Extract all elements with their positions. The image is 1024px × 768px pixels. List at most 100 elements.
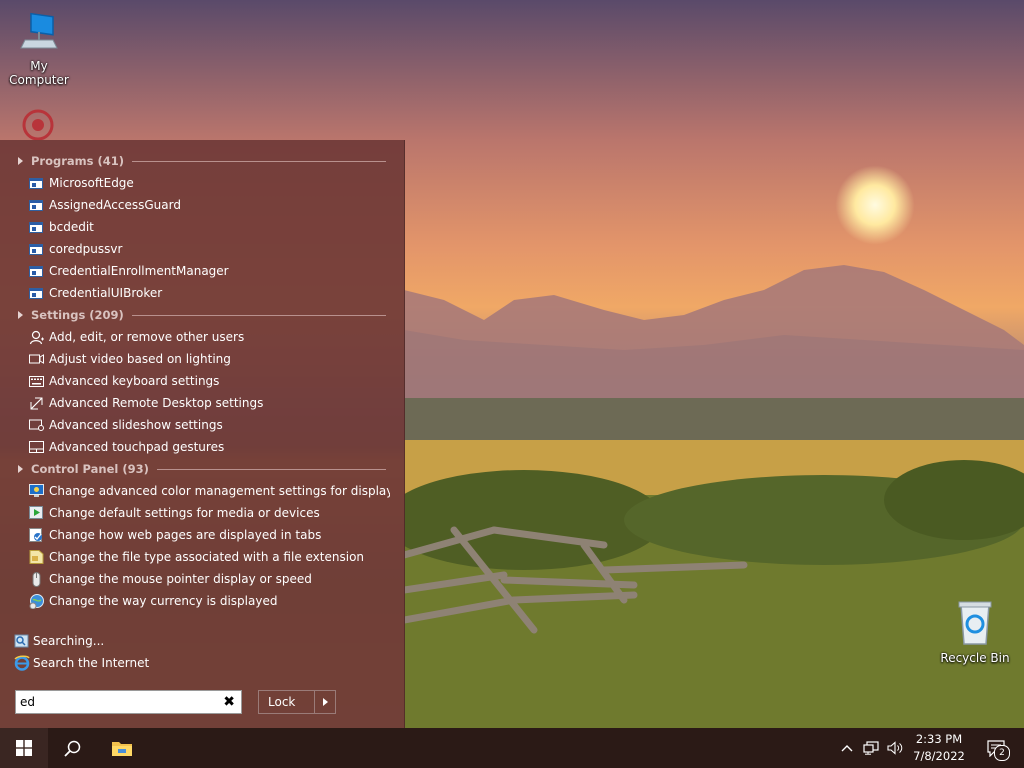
program-label: AssignedAccessGuard — [49, 198, 181, 212]
computer-icon — [20, 12, 58, 49]
internet-explorer-icon — [14, 655, 30, 671]
search-icon — [63, 740, 80, 757]
volume-tray-button[interactable] — [884, 728, 906, 768]
color-management-icon — [28, 484, 44, 498]
program-item[interactable]: MicrosoftEdge — [28, 173, 390, 193]
control-panel-item[interactable]: Change the mouse pointer display or spee… — [28, 569, 390, 589]
internet-options-icon — [28, 528, 44, 542]
settings-label: Advanced touchpad gestures — [49, 440, 225, 454]
control-panel-item[interactable]: Change how web pages are displayed in ta… — [28, 525, 390, 545]
network-tray-button[interactable] — [860, 728, 882, 768]
region-clock-icon — [28, 593, 44, 609]
group-label: Control Panel (93) — [31, 462, 149, 476]
recycle-bin-icon — [958, 601, 992, 645]
slideshow-icon — [28, 418, 44, 432]
app-icon — [28, 286, 44, 300]
chevron-right-icon — [322, 698, 328, 706]
wallpaper-landscape — [404, 265, 1024, 768]
control-panel-label: Change the mouse pointer display or spee… — [49, 572, 312, 586]
touchpad-icon — [28, 440, 44, 454]
folder-icon — [112, 742, 132, 756]
control-panel-item[interactable]: Change default settings for media or dev… — [28, 503, 390, 523]
lock-button-group: Lock — [258, 690, 336, 714]
control-panel-label: Change advanced color management setting… — [49, 484, 390, 498]
recycle-bin-label: Recycle Bin — [940, 651, 1010, 665]
program-label: CredentialEnrollmentManager — [49, 264, 229, 278]
user-avatar-icon — [18, 108, 58, 142]
user-icon — [28, 330, 44, 344]
autoplay-icon — [28, 506, 44, 520]
network-icon — [863, 741, 879, 755]
control-panel-item[interactable]: Change the file type associated with a f… — [28, 547, 390, 567]
power-options-arrow-button[interactable] — [314, 691, 335, 713]
settings-label: Advanced slideshow settings — [49, 418, 223, 432]
expand-arrow-icon — [18, 311, 23, 319]
control-panel-label: Change default settings for media or dev… — [49, 506, 320, 520]
group-header-programs[interactable]: Programs (41) — [14, 151, 386, 171]
program-label: coredpussvr — [49, 242, 123, 256]
clock-date: 7/8/2022 — [913, 749, 965, 763]
clear-search-icon[interactable]: ✖ — [223, 694, 235, 710]
settings-item[interactable]: Add, edit, or remove other users — [28, 327, 390, 347]
control-panel-label: Change the way currency is displayed — [49, 594, 278, 608]
control-panel-item[interactable]: Change the way currency is displayed — [28, 591, 390, 611]
program-item[interactable]: CredentialEnrollmentManager — [28, 261, 390, 281]
settings-item[interactable]: Advanced keyboard settings — [28, 371, 390, 391]
app-icon — [28, 176, 44, 190]
desktop-icon-my-computer[interactable]: My Computer — [0, 10, 78, 87]
program-item[interactable]: CredentialUIBroker — [28, 283, 390, 303]
clock-time: 2:33 PM — [915, 732, 963, 746]
desktop-icon-recycle-bin[interactable]: Recycle Bin — [938, 600, 1012, 665]
taskbar-search-button[interactable] — [48, 728, 96, 768]
program-item[interactable]: bcdedit — [28, 217, 390, 237]
file-type-icon — [28, 550, 44, 564]
program-label: bcdedit — [49, 220, 94, 234]
control-panel-label: Change how web pages are displayed in ta… — [49, 528, 322, 542]
speaker-icon — [886, 741, 902, 755]
group-header-settings[interactable]: Settings (209) — [14, 305, 386, 325]
file-explorer-taskbar-button[interactable] — [98, 728, 146, 768]
searching-status: Searching... — [14, 631, 104, 651]
program-label: CredentialUIBroker — [49, 286, 163, 300]
group-label: Settings (209) — [31, 308, 124, 322]
windows-logo-icon — [16, 740, 32, 756]
action-center-button[interactable]: 2 — [976, 728, 1016, 768]
divider — [131, 314, 386, 316]
mouse-icon — [28, 571, 44, 587]
divider — [132, 160, 386, 162]
program-item[interactable]: coredpussvr — [28, 239, 390, 259]
search-internet-label: Search the Internet — [33, 656, 150, 670]
settings-item[interactable]: Adjust video based on lighting — [28, 349, 390, 369]
settings-item[interactable]: Advanced Remote Desktop settings — [28, 393, 390, 413]
search-input[interactable] — [20, 692, 220, 712]
search-files-icon — [14, 633, 30, 649]
start-search-box[interactable]: ✖ — [15, 690, 242, 714]
chevron-up-icon — [841, 745, 853, 752]
divider — [156, 468, 386, 470]
lock-button[interactable]: Lock — [259, 695, 314, 709]
start-button[interactable] — [0, 728, 48, 768]
app-icon — [28, 264, 44, 278]
taskbar-clock[interactable]: 2:33 PM 7/8/2022 — [906, 731, 972, 765]
settings-label: Advanced Remote Desktop settings — [49, 396, 264, 410]
control-panel-item[interactable]: Change advanced color management setting… — [28, 481, 390, 501]
group-label: Programs (41) — [31, 154, 125, 168]
video-icon — [28, 352, 44, 366]
settings-label: Adjust video based on lighting — [49, 352, 231, 366]
searching-label: Searching... — [33, 634, 105, 648]
expand-arrow-icon — [18, 465, 23, 473]
expand-arrow-icon — [18, 157, 23, 165]
keyboard-icon — [28, 374, 44, 388]
program-label: MicrosoftEdge — [49, 176, 134, 190]
app-icon — [28, 220, 44, 234]
settings-label: Add, edit, or remove other users — [49, 330, 245, 344]
group-header-control-panel[interactable]: Control Panel (93) — [14, 459, 386, 479]
app-icon — [28, 242, 44, 256]
search-internet-link[interactable]: Search the Internet — [14, 653, 149, 673]
show-hidden-icons-button[interactable] — [838, 728, 856, 768]
control-panel-label: Change the file type associated with a f… — [49, 550, 365, 564]
settings-item[interactable]: Advanced slideshow settings — [28, 415, 390, 435]
remote-desktop-icon — [28, 396, 44, 410]
settings-item[interactable]: Advanced touchpad gestures — [28, 437, 390, 457]
program-item[interactable]: AssignedAccessGuard — [28, 195, 390, 215]
